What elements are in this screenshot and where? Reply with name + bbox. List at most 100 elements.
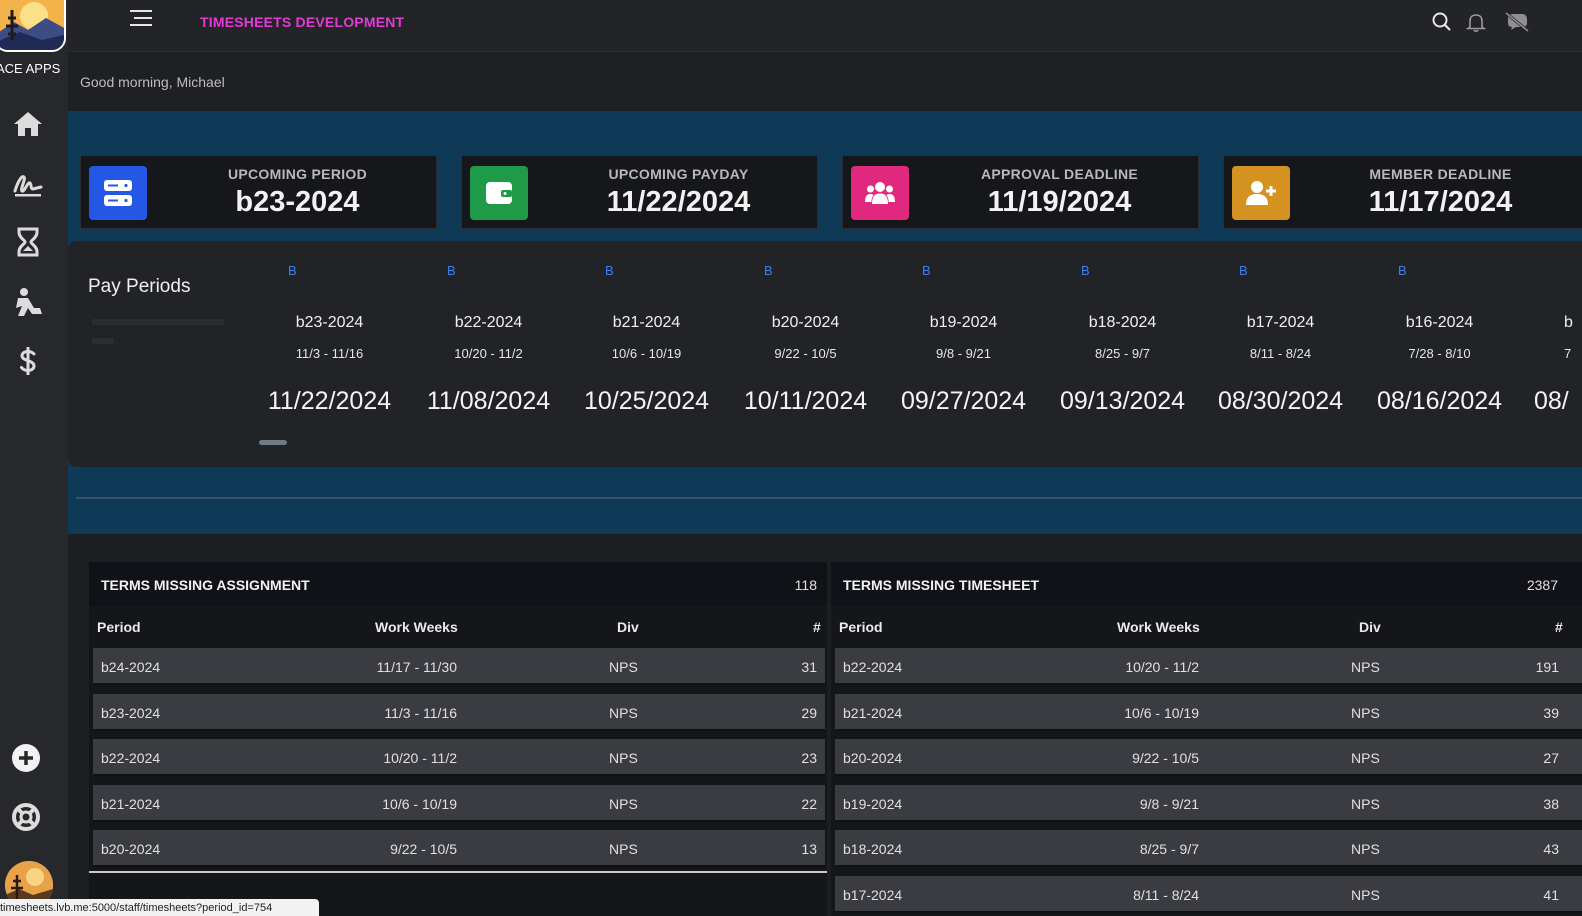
table-header: TERMS MISSING ASSIGNMENT 118 [89, 562, 827, 606]
pay-period-card[interactable]: B b16-2024 7/28 - 8/10 08/16/2024 [1360, 241, 1519, 441]
column-header-div[interactable]: Div [617, 619, 639, 635]
worker-icon [16, 288, 42, 316]
cell-count: 39 [1543, 705, 1559, 721]
chat-toggle-button[interactable] [1504, 11, 1530, 33]
table-row[interactable]: b19-2024 9/8 - 9/21 NPS 38 [835, 785, 1582, 822]
period-payday: 11/22/2024 [267, 387, 392, 415]
pay-period-card[interactable]: B b18-2024 8/25 - 9/7 09/13/2024 [1043, 241, 1202, 441]
stat-card-approval-deadline[interactable]: APPROVAL DEADLINE 11/19/2024 [842, 155, 1199, 229]
users-icon [865, 182, 895, 204]
stat-card-member-deadline[interactable]: MEMBER DEADLINE 11/17/2024 [1223, 155, 1582, 229]
pay-period-card[interactable]: B b23-2024 11/3 - 11/16 11/22/2024 [250, 241, 409, 441]
column-header-count[interactable]: # [1555, 619, 1563, 635]
sidebar-item-payroll[interactable] [8, 341, 48, 381]
table-header: TERMS MISSING TIMESHEET 2387 [831, 562, 1582, 606]
column-header-period[interactable]: Period [97, 619, 141, 635]
pay-period-card[interactable]: b 7 08/ [1524, 241, 1582, 441]
app-title: TIMESHEETS DEVELOPMENT [200, 14, 405, 30]
sidebar-item-signatures[interactable] [8, 163, 48, 203]
notifications-button[interactable] [1465, 11, 1487, 33]
sidebar-item-workers[interactable] [8, 282, 48, 322]
table-row[interactable]: b21-2024 10/6 - 10/19 NPS 22 [93, 785, 825, 822]
sidebar-item-home[interactable] [8, 104, 48, 144]
app-logo[interactable] [0, 0, 66, 52]
stat-label: MEMBER DEADLINE [1369, 166, 1512, 182]
brand-name: ACE APPS [0, 61, 61, 76]
column-header-work-weeks[interactable]: Work Weeks [375, 619, 458, 635]
cell-count: 38 [1543, 796, 1559, 812]
cell-period: b22-2024 [843, 659, 903, 675]
plus-circle-icon [12, 744, 40, 772]
table-divider [89, 871, 827, 873]
period-name: b23-2024 [295, 314, 364, 331]
table-row[interactable]: b20-2024 9/22 - 10/5 NPS 13 [93, 830, 825, 867]
search-button[interactable] [1431, 11, 1453, 33]
add-button[interactable] [6, 738, 46, 778]
table-count: 2387 [1526, 577, 1558, 593]
table-row[interactable]: b24-2024 11/17 - 11/30 NPS 31 [93, 648, 825, 685]
cell-div: NPS [609, 705, 638, 721]
period-type-badge: B [1081, 263, 1090, 278]
stat-label: UPCOMING PERIOD [227, 166, 368, 182]
cell-work-weeks: 8/11 - 8/24 [1133, 887, 1199, 903]
cell-div: NPS [1351, 887, 1380, 903]
stat-card-upcoming-period[interactable]: UPCOMING PERIOD b23-2024 [80, 155, 437, 229]
period-name: b20-2024 [771, 314, 840, 331]
cell-count: 27 [1543, 750, 1559, 766]
period-type-badge: B [605, 263, 614, 278]
table-count: 118 [794, 577, 817, 593]
table-row[interactable]: b17-2024 8/11 - 8/24 NPS 41 [835, 876, 1582, 913]
period-range: 10/6 - 10/19 [611, 346, 682, 361]
table-row[interactable]: b23-2024 11/3 - 11/16 NPS 29 [93, 694, 825, 731]
signature-icon [13, 175, 43, 197]
stat-value: 11/19/2024 [987, 186, 1132, 218]
pay-period-card[interactable]: B b21-2024 10/6 - 10/19 10/25/2024 [567, 241, 726, 441]
help-button[interactable] [6, 797, 46, 837]
table-title: TERMS MISSING ASSIGNMENT [101, 577, 310, 593]
period-name: b16-2024 [1405, 314, 1474, 331]
column-header-count[interactable]: # [813, 619, 821, 635]
period-range: 8/25 - 9/7 [1095, 346, 1150, 361]
cell-period: b23-2024 [101, 705, 161, 721]
cell-count: 41 [1543, 887, 1559, 903]
hourglass-icon [17, 227, 39, 257]
cell-count: 31 [801, 659, 817, 675]
column-header-work-weeks[interactable]: Work Weeks [1117, 619, 1200, 635]
table-row[interactable]: b22-2024 10/20 - 11/2 NPS 23 [93, 739, 825, 776]
sidebar-item-hours[interactable] [8, 222, 48, 262]
terms-missing-timesheet-table: TERMS MISSING TIMESHEET 2387 Period Work… [831, 562, 1582, 916]
greeting-bar: Good morning, Michael [68, 52, 1582, 111]
hamburger-icon [130, 10, 152, 26]
bell-icon [1465, 14, 1487, 32]
pay-period-card[interactable]: B b17-2024 8/11 - 8/24 08/30/2024 [1201, 241, 1360, 441]
cell-period: b21-2024 [101, 796, 161, 812]
menu-toggle[interactable] [130, 8, 154, 28]
column-header-div[interactable]: Div [1359, 619, 1381, 635]
cell-count: 191 [1535, 659, 1559, 675]
pay-period-card[interactable]: B b19-2024 9/8 - 9/21 09/27/2024 [884, 241, 1043, 441]
table-row[interactable]: b21-2024 10/6 - 10/19 NPS 39 [835, 694, 1582, 731]
table-row[interactable]: b20-2024 9/22 - 10/5 NPS 27 [835, 739, 1582, 776]
cell-period: b18-2024 [843, 841, 903, 857]
top-bar: TIMESHEETS DEVELOPMENT [68, 0, 1582, 52]
cell-work-weeks: 10/20 - 11/2 [383, 750, 457, 766]
column-header-period[interactable]: Period [839, 619, 883, 635]
table-row[interactable]: b22-2024 10/20 - 11/2 NPS 191 [835, 648, 1582, 685]
carousel-scroll-indicator[interactable] [259, 440, 287, 445]
stat-icon-box [1232, 166, 1290, 220]
cell-work-weeks: 9/22 - 10/5 [390, 841, 457, 857]
pay-period-card[interactable]: B b20-2024 9/22 - 10/5 10/11/2024 [726, 241, 885, 441]
cell-period: b24-2024 [101, 659, 161, 675]
period-type-badge: B [1398, 263, 1407, 278]
cell-work-weeks: 10/20 - 11/2 [1125, 659, 1199, 675]
period-type-badge: B [922, 263, 931, 278]
pay-period-card[interactable]: B b22-2024 10/20 - 11/2 11/08/2024 [409, 241, 568, 441]
life-ring-icon [12, 803, 40, 831]
cell-period: b20-2024 [101, 841, 161, 857]
table-row[interactable]: b18-2024 8/25 - 9/7 NPS 43 [835, 830, 1582, 867]
cell-div: NPS [1351, 796, 1380, 812]
period-type-badge: B [288, 263, 297, 278]
period-name: b21-2024 [612, 314, 681, 331]
stat-card-upcoming-payday[interactable]: UPCOMING PAYDAY 11/22/2024 [461, 155, 818, 229]
cell-period: b19-2024 [843, 796, 903, 812]
